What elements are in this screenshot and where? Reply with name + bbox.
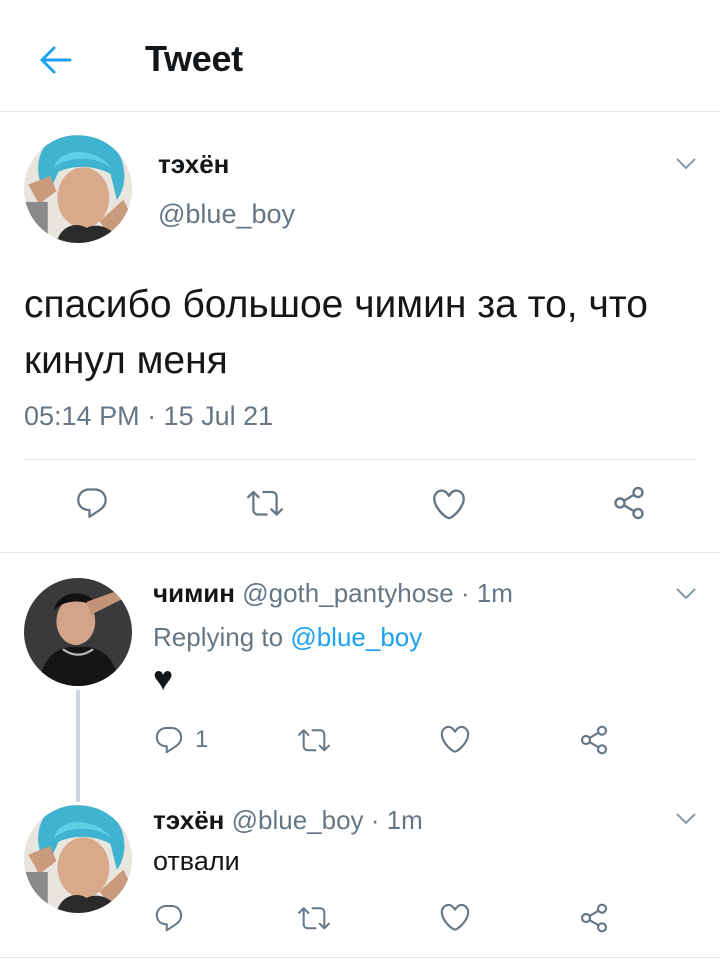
avatar[interactable] (24, 578, 132, 686)
top-bar: Tweet (0, 0, 720, 112)
avatar[interactable] (24, 135, 132, 243)
author-meta[interactable]: @blue_boy · 1m (232, 805, 423, 835)
retweet-icon (298, 902, 330, 934)
reply-text: ♥ (153, 660, 174, 698)
reply-text: отвали (153, 846, 240, 876)
reply-button[interactable] (153, 902, 185, 934)
replying-to: Replying to @blue_boy (153, 622, 422, 653)
like-button[interactable] (438, 722, 472, 756)
main-tweet: тэхён @blue_boy спасибо большое чимин за… (0, 113, 720, 553)
reply-header: чимин @goth_pantyhose · 1m (153, 578, 513, 609)
like-button[interactable] (430, 485, 468, 523)
share-button[interactable] (611, 485, 647, 521)
chevron-down-icon[interactable] (675, 587, 697, 601)
share-icon (611, 485, 647, 521)
divider (0, 957, 720, 958)
retweet-icon (298, 724, 330, 756)
author-handle[interactable]: @blue_boy (158, 199, 295, 230)
retweet-button[interactable] (298, 902, 330, 934)
replying-to-link[interactable]: @blue_boy (290, 622, 422, 652)
tweet-timestamp[interactable]: 05:14 PM · 15 Jul 21 (24, 401, 273, 432)
share-button[interactable] (578, 902, 610, 934)
reply-count: 1 (195, 726, 209, 753)
avatar[interactable] (24, 805, 132, 913)
like-icon (438, 722, 472, 756)
reply-icon (153, 724, 185, 756)
chevron-down-icon[interactable] (675, 812, 697, 826)
share-button[interactable] (578, 724, 610, 756)
reply-icon (74, 485, 110, 521)
share-icon (578, 902, 610, 934)
replying-label: Replying to (153, 622, 284, 652)
share-icon (578, 724, 610, 756)
author-meta[interactable]: @goth_pantyhose · 1m (242, 578, 513, 608)
reply-header: тэхён @blue_boy · 1m (153, 805, 423, 836)
page-title: Tweet (145, 38, 243, 79)
retweet-button[interactable] (247, 485, 283, 521)
author-name[interactable]: чимин (153, 578, 235, 608)
author-name[interactable]: тэхён (158, 149, 229, 180)
back-arrow-icon[interactable] (36, 40, 76, 80)
divider (24, 459, 696, 460)
like-icon (438, 900, 472, 934)
chevron-down-icon[interactable] (675, 157, 697, 171)
tweet-text: спасибо большое чимин за то, что кинул м… (24, 283, 648, 382)
author-name[interactable]: тэхён (153, 805, 224, 835)
retweet-button[interactable] (298, 724, 330, 756)
reply-button[interactable] (74, 485, 110, 521)
like-button[interactable] (438, 900, 472, 934)
like-icon (430, 485, 468, 523)
reply-icon (153, 902, 185, 934)
retweet-icon (247, 485, 283, 521)
reply-button[interactable]: 1 (153, 724, 208, 756)
thread-connector (76, 690, 80, 802)
